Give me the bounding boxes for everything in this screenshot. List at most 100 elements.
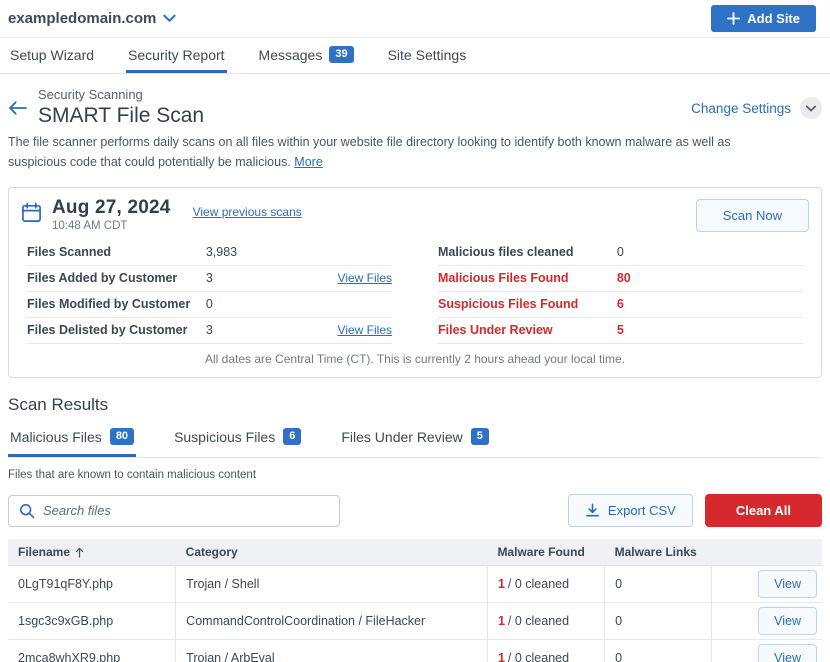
- calendar-icon: [21, 202, 42, 223]
- category-cell: Trojan / Shell: [176, 566, 488, 603]
- stat-value: 3,983: [206, 245, 392, 259]
- search-box[interactable]: [8, 495, 340, 527]
- tab-suspicious-files[interactable]: Suspicious Files 6: [172, 424, 303, 457]
- plus-icon: [727, 12, 740, 25]
- stat-under-review: Files Under Review 5: [438, 318, 803, 344]
- stats-right-column: Malicious files cleaned 0 Malicious File…: [438, 240, 803, 344]
- domain-selector[interactable]: exampledomain.com: [8, 10, 176, 27]
- stat-label: Files Under Review: [438, 323, 617, 337]
- stat-label: Files Delisted by Customer: [27, 323, 206, 337]
- table-row: 2mca8whXR9.php Trojan / ArbEval 1/ 0 cle…: [8, 640, 822, 662]
- search-icon: [19, 503, 35, 519]
- stat-value: 0: [617, 245, 803, 259]
- section-eyebrow: Security Scanning: [38, 87, 204, 102]
- stat-malicious-found: Malicious Files Found 80: [438, 266, 803, 292]
- view-button[interactable]: View: [758, 607, 817, 635]
- tab-files-under-review[interactable]: Files Under Review 5: [339, 424, 491, 457]
- view-files-link[interactable]: View Files: [338, 323, 392, 337]
- tab-label: Site Settings: [388, 47, 467, 63]
- stat-files-scanned: Files Scanned 3,983: [27, 240, 392, 266]
- back-button[interactable]: [8, 99, 27, 128]
- tab-setup-wizard[interactable]: Setup Wizard: [8, 38, 96, 73]
- export-csv-button[interactable]: Export CSV: [568, 494, 693, 527]
- malware-links-cell: 0: [605, 566, 712, 603]
- chevron-down-icon: [806, 105, 816, 112]
- change-settings-link[interactable]: Change Settings: [691, 101, 791, 116]
- column-header-malware-found[interactable]: Malware Found: [487, 539, 604, 566]
- view-button[interactable]: View: [758, 570, 817, 598]
- search-input[interactable]: [43, 503, 329, 518]
- feature-description: The file scanner performs daily scans on…: [8, 133, 783, 172]
- stat-files-modified: Files Modified by Customer 0: [27, 292, 392, 318]
- timezone-note: All dates are Central Time (CT). This is…: [21, 344, 809, 373]
- tab-security-report[interactable]: Security Report: [126, 38, 226, 73]
- domain-name: exampledomain.com: [8, 10, 156, 27]
- results-toolbar: Export CSV Clean All: [8, 494, 822, 527]
- stat-label: Malicious Files Found: [438, 271, 617, 285]
- malware-count: 1: [498, 577, 505, 591]
- change-settings-expander[interactable]: [800, 97, 822, 119]
- column-header-category[interactable]: Category: [176, 539, 488, 566]
- stat-label: Malicious files cleaned: [438, 245, 617, 259]
- column-header-actions: [711, 539, 822, 566]
- scan-date: Aug 27, 2024: [52, 197, 171, 219]
- table-header-row: Filename Category Malware Found Malware …: [8, 539, 822, 566]
- sort-ascending-icon: [75, 547, 84, 558]
- stat-value: 6: [617, 297, 803, 311]
- cleaned-count: / 0 cleaned: [508, 577, 569, 591]
- tab-label: Malicious Files: [10, 429, 102, 445]
- stat-malicious-cleaned: Malicious files cleaned 0: [438, 240, 803, 266]
- filename-cell: 2mca8whXR9.php: [8, 640, 176, 662]
- description-text: The file scanner performs daily scans on…: [8, 135, 731, 168]
- results-subtitle: Files that are known to contain maliciou…: [8, 469, 822, 481]
- stat-suspicious-found: Suspicious Files Found 6: [438, 292, 803, 318]
- tab-site-settings[interactable]: Site Settings: [386, 38, 469, 73]
- column-header-filename[interactable]: Filename: [8, 539, 176, 566]
- table-row: 1sgc3c9xGB.php CommandControlCoordinatio…: [8, 603, 822, 640]
- results-heading: Scan Results: [8, 395, 822, 415]
- tab-label: Messages: [259, 47, 323, 63]
- stat-label: Files Added by Customer: [27, 271, 206, 285]
- table-row: 0LgT91qF8Y.php Trojan / Shell 1/ 0 clean…: [8, 566, 822, 603]
- tab-messages[interactable]: Messages 39: [257, 38, 356, 73]
- add-site-button[interactable]: Add Site: [711, 5, 816, 32]
- view-files-link[interactable]: View Files: [338, 271, 392, 285]
- messages-count-badge: 39: [329, 46, 353, 63]
- export-csv-label: Export CSV: [608, 503, 676, 518]
- cleaned-count: / 0 cleaned: [508, 614, 569, 628]
- scan-now-button[interactable]: Scan Now: [696, 199, 809, 232]
- under-review-count-badge: 5: [471, 428, 489, 445]
- filename-cell: 1sgc3c9xGB.php: [8, 603, 176, 640]
- stat-value: 80: [617, 271, 803, 285]
- cleaned-count: / 0 cleaned: [508, 651, 569, 662]
- view-previous-scans-link[interactable]: View previous scans: [193, 205, 302, 219]
- malware-count: 1: [498, 614, 505, 628]
- tab-label: Suspicious Files: [174, 429, 275, 445]
- malware-links-cell: 0: [605, 640, 712, 662]
- stat-files-added: Files Added by Customer 3 View Files: [27, 266, 392, 292]
- stat-value: 3: [206, 323, 338, 337]
- tab-malicious-files[interactable]: Malicious Files 80: [8, 424, 136, 457]
- stat-label: Suspicious Files Found: [438, 297, 617, 311]
- clean-all-button[interactable]: Clean All: [705, 494, 822, 527]
- tab-label: Setup Wizard: [10, 47, 94, 63]
- view-button[interactable]: View: [758, 644, 817, 662]
- more-link[interactable]: More: [294, 155, 322, 169]
- results-tabs: Malicious Files 80 Suspicious Files 6 Fi…: [8, 424, 822, 458]
- header-label: Category: [186, 545, 238, 559]
- column-header-malware-links[interactable]: Malware Links: [605, 539, 712, 566]
- suspicious-count-badge: 6: [283, 428, 301, 445]
- scan-stats: Files Scanned 3,983 Files Added by Custo…: [21, 240, 809, 344]
- malware-found-cell: 1/ 0 cleaned: [487, 566, 604, 603]
- malware-links-cell: 0: [605, 603, 712, 640]
- filename-cell: 0LgT91qF8Y.php: [8, 566, 176, 603]
- malicious-count-badge: 80: [110, 428, 134, 445]
- download-icon: [585, 503, 600, 518]
- header-label: Filename: [18, 545, 70, 559]
- page-title: SMART File Scan: [38, 104, 204, 128]
- stat-files-delisted: Files Delisted by Customer 3 View Files: [27, 318, 392, 344]
- stat-value: 3: [206, 271, 338, 285]
- stat-value: 5: [617, 323, 803, 337]
- add-site-label: Add Site: [747, 11, 800, 26]
- scan-time: 10:48 AM CDT: [52, 220, 171, 232]
